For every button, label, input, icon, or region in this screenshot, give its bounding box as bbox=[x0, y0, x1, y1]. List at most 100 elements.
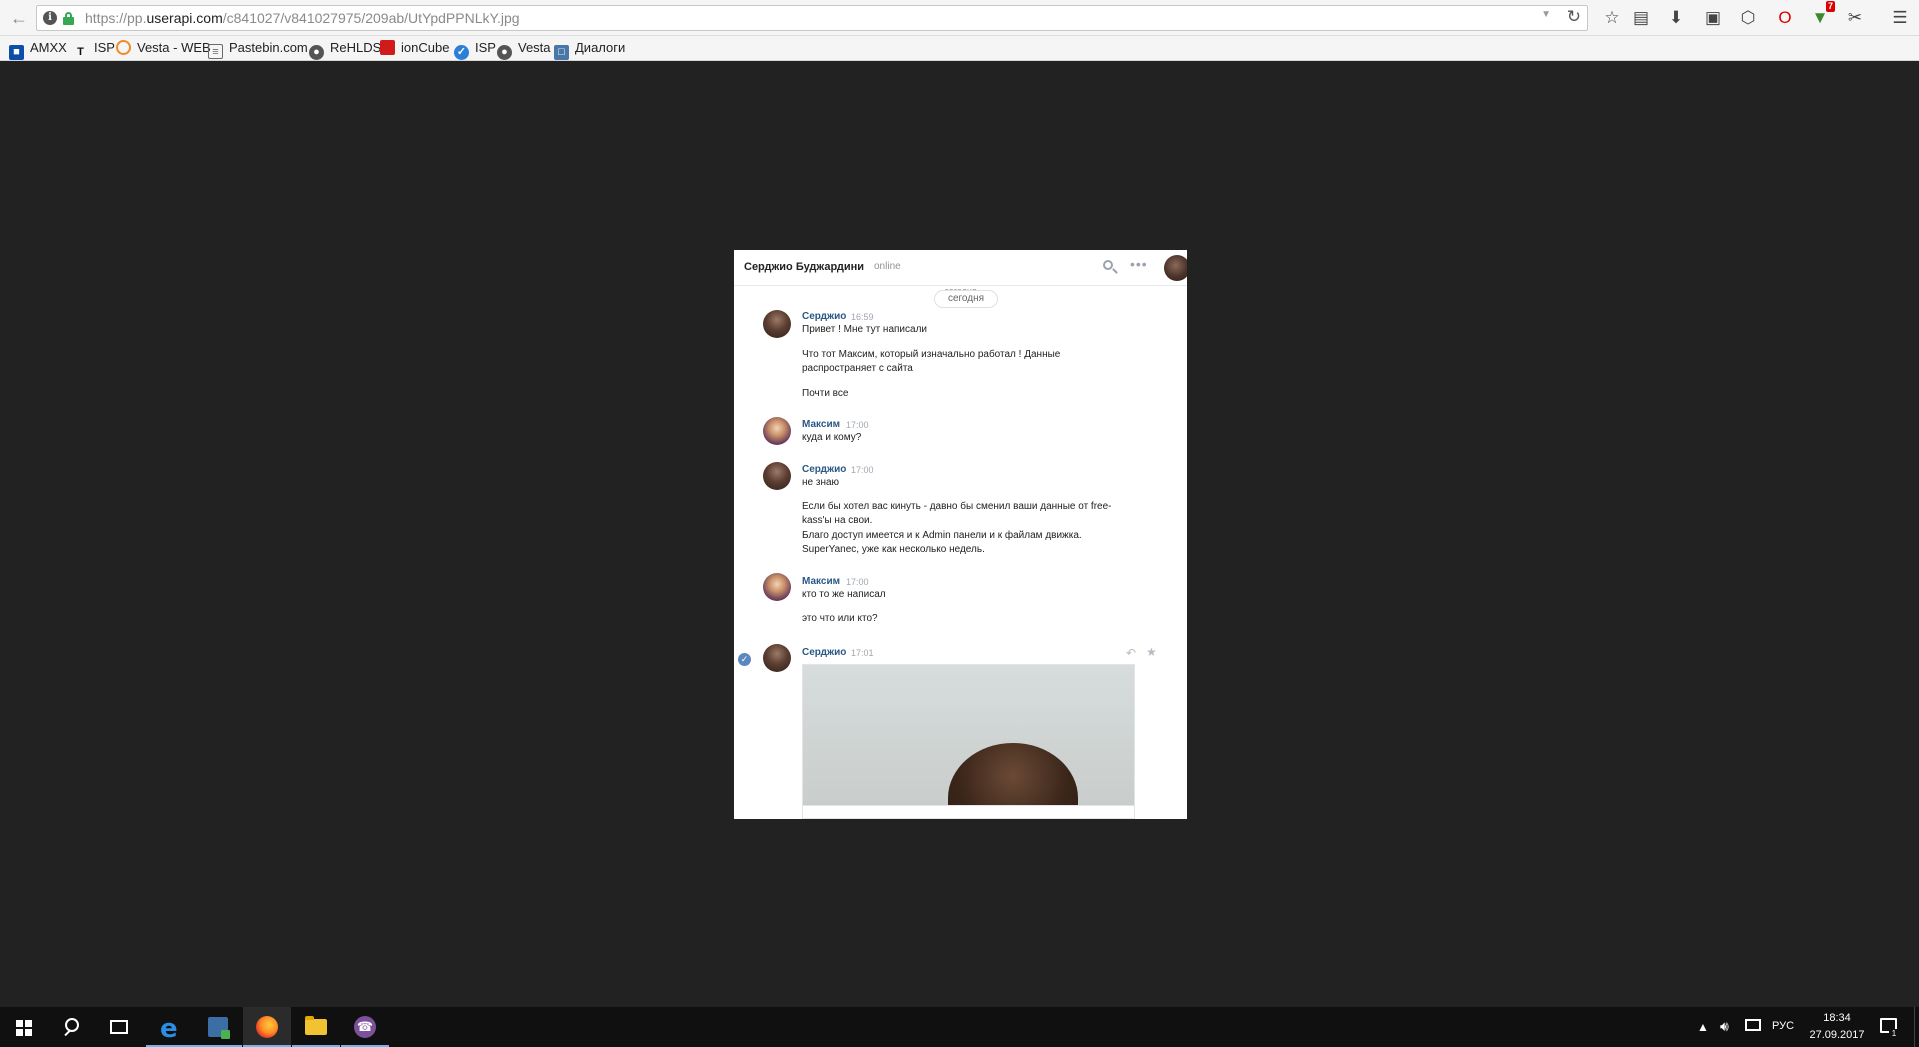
store-icon bbox=[208, 1017, 230, 1039]
task-view-icon bbox=[110, 1020, 128, 1034]
vesta-icon: ● bbox=[497, 45, 512, 60]
reply-icon: ↶ bbox=[1126, 646, 1137, 660]
message-text: распространяет с сайта bbox=[802, 363, 913, 374]
volume-icon[interactable]: 🔊︎ bbox=[1720, 1018, 1729, 1035]
opera-icon[interactable]: O bbox=[1773, 6, 1797, 30]
avatar bbox=[763, 573, 791, 601]
message-time: 17:00 bbox=[846, 577, 869, 587]
check-icon: ✓ bbox=[738, 653, 751, 666]
message-text: Почти все bbox=[802, 388, 849, 399]
message-time: 17:01 bbox=[851, 648, 874, 658]
bookmark-ioncube[interactable]: ionCube bbox=[380, 39, 449, 57]
rehlds-icon: ● bbox=[309, 45, 324, 60]
back-arrow-icon[interactable]: ← bbox=[8, 8, 30, 28]
download-icon[interactable]: ⬇ bbox=[1664, 6, 1688, 30]
message-text: Что тот Максим, который изначально работ… bbox=[802, 349, 1061, 360]
bookmark-pastebin[interactable]: ≡ Pastebin.com bbox=[208, 39, 308, 59]
notification-count: 1 bbox=[1889, 1029, 1899, 1039]
bookmark-isp[interactable]: T ISP bbox=[73, 39, 115, 58]
bookmark-rehlds[interactable]: ● ReHLDS bbox=[309, 39, 381, 60]
bookmark-star-icon[interactable]: ☆ bbox=[1600, 6, 1624, 30]
clock-time[interactable]: 18:34 bbox=[1808, 1012, 1866, 1024]
edge-icon: e bbox=[160, 1014, 178, 1044]
chat-header: Серджио Буджардини online ••• bbox=[734, 250, 1187, 286]
bookmark-vesta-web[interactable]: Vesta - WEB bbox=[116, 39, 211, 57]
lock-icon bbox=[63, 12, 74, 25]
browser-toolbar: ← i https://pp.userapi.com/c841027/v8410… bbox=[0, 0, 1919, 36]
dialogs-icon: □ bbox=[554, 45, 569, 60]
avatar bbox=[763, 644, 791, 672]
network-icon[interactable] bbox=[1745, 1019, 1761, 1031]
message-text: не знаю bbox=[802, 477, 840, 488]
message-author: Серджио bbox=[802, 311, 847, 322]
reload-icon[interactable]: ↻ bbox=[1567, 7, 1581, 27]
image-viewer[interactable]: Серджио Буджардини online ••• сегодня се… bbox=[734, 250, 1187, 819]
message-text: Привет ! Мне тут написали bbox=[802, 324, 927, 335]
message-author: Серджио bbox=[802, 464, 847, 475]
taskbar-viber[interactable]: ☎ bbox=[341, 1007, 389, 1047]
message-text: kass'ы на свои. bbox=[802, 515, 873, 526]
file-explorer-icon bbox=[305, 1016, 327, 1035]
amxx-icon: ■ bbox=[9, 45, 24, 60]
avatar bbox=[763, 310, 791, 338]
clock-date[interactable]: 27.09.2017 bbox=[1804, 1029, 1870, 1041]
bookmark-vesta[interactable]: ● Vesta bbox=[497, 39, 551, 60]
extension-icon[interactable]: ▼ 7 bbox=[1808, 1, 1835, 30]
taskbar-file-explorer[interactable] bbox=[292, 1007, 340, 1047]
isp-check-icon: ✓ bbox=[454, 45, 469, 60]
message-time: 17:00 bbox=[846, 420, 869, 430]
avatar bbox=[763, 417, 791, 445]
message-text: куда и кому? bbox=[802, 432, 862, 443]
message-text: Если бы хотел вас кинуть - давно бы смен… bbox=[802, 501, 1112, 512]
info-icon[interactable]: i bbox=[43, 11, 57, 25]
chat-contact-name: Серджио Буджардини bbox=[744, 261, 865, 273]
pocket-icon[interactable]: ⬡ bbox=[1736, 6, 1760, 30]
taskbar-edge[interactable]: e bbox=[146, 1007, 194, 1047]
message-text: кто то же написал bbox=[802, 589, 886, 600]
taskbar-firefox[interactable] bbox=[243, 1007, 291, 1047]
task-view-button[interactable] bbox=[96, 1007, 144, 1047]
scissors-icon[interactable]: ✂ bbox=[1843, 6, 1867, 30]
isp-icon: T bbox=[77, 46, 84, 58]
avatar bbox=[763, 462, 791, 490]
ioncube-icon bbox=[380, 40, 395, 55]
firefox-icon bbox=[256, 1016, 278, 1038]
bookmark-amxx[interactable]: ■ AMXX bbox=[9, 39, 67, 60]
message-text: Благо доступ имеется и к Admin панели и … bbox=[802, 530, 1082, 541]
language-indicator[interactable]: РУС bbox=[1772, 1020, 1794, 1032]
search-button[interactable] bbox=[48, 1007, 96, 1047]
attached-photo bbox=[802, 664, 1135, 806]
show-desktop-button[interactable] bbox=[1914, 1007, 1919, 1047]
message-author: Максим bbox=[802, 576, 840, 587]
taskbar-store[interactable] bbox=[194, 1007, 242, 1047]
avatar bbox=[1164, 255, 1187, 281]
screenshot-icon[interactable]: ▣ bbox=[1701, 6, 1725, 30]
date-separator: сегодня bbox=[934, 290, 998, 308]
star-icon: ★ bbox=[1146, 645, 1157, 659]
start-button[interactable] bbox=[0, 1007, 48, 1047]
address-bar[interactable]: i https://pp.userapi.com/c841027/v841027… bbox=[36, 5, 1588, 31]
message-author: Серджио bbox=[802, 647, 847, 658]
reading-list-icon[interactable]: ▤ bbox=[1629, 6, 1653, 30]
vesta-web-icon bbox=[116, 40, 131, 55]
bookmarks-bar: ■ AMXX T ISP Vesta - WEB ≡ Pastebin.com ● Re… bbox=[0, 36, 1919, 61]
url-dropdown-icon[interactable]: ▼ bbox=[1541, 9, 1551, 20]
taskbar: e ☎ ▲ 🔊︎ РУС 18:34 27.09.2017 1 bbox=[0, 1007, 1919, 1047]
message-time: 16:59 bbox=[851, 312, 874, 322]
chat-status: online bbox=[874, 261, 901, 272]
message-time: 17:00 bbox=[851, 465, 874, 475]
bookmark-isp-2[interactable]: ✓ ISP bbox=[454, 39, 496, 60]
search-icon bbox=[65, 1018, 79, 1032]
menu-icon[interactable]: ☰ bbox=[1888, 6, 1912, 30]
message-author: Максим bbox=[802, 419, 840, 430]
photo-caption-bar bbox=[802, 806, 1135, 819]
pastebin-icon: ≡ bbox=[208, 44, 223, 59]
message-text: SuperYanec, уже как несколько недель. bbox=[802, 544, 985, 555]
search-icon bbox=[1100, 257, 1120, 277]
chevron-up-icon[interactable]: ▲ bbox=[1697, 1020, 1709, 1034]
more-icon: ••• bbox=[1130, 256, 1148, 272]
windows-start-icon bbox=[16, 1020, 32, 1036]
message-text: это что или кто? bbox=[802, 613, 878, 624]
bookmark-dialogs[interactable]: □ Диалоги bbox=[554, 39, 625, 60]
url-text[interactable]: https://pp.userapi.com/c841027/v84102797… bbox=[85, 10, 520, 26]
